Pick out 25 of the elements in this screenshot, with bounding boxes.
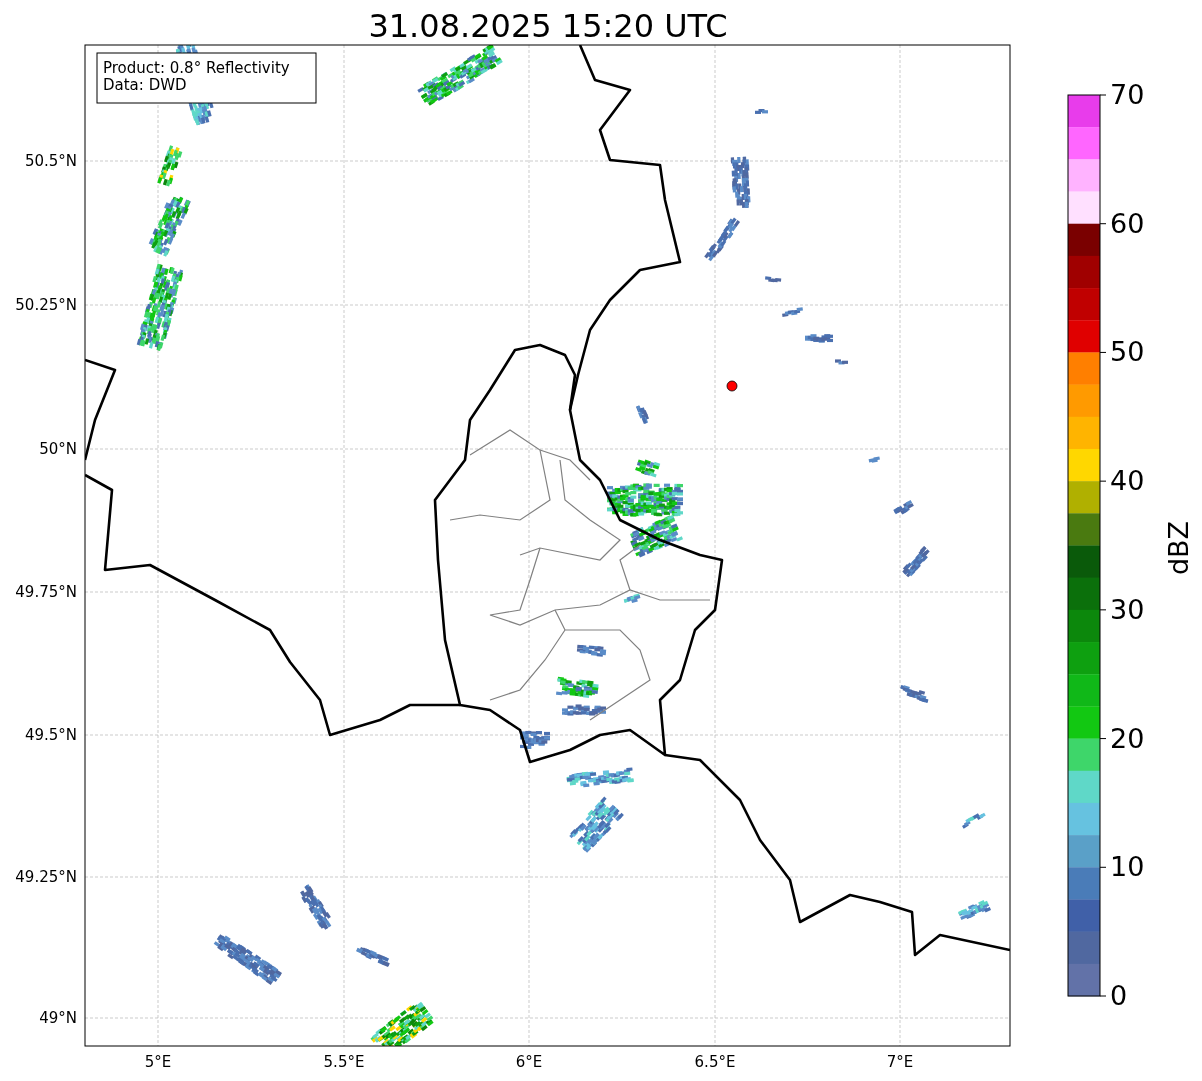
radar-site-marker xyxy=(726,380,738,392)
latitude-tick-label: 49.75°N xyxy=(15,583,77,601)
colorbar-tick-label: 30 xyxy=(1110,593,1145,625)
colorbar-tick-label: 40 xyxy=(1110,465,1145,497)
latitude-tick-label: 50°N xyxy=(39,440,77,458)
longitude-tick-label: 6.5°E xyxy=(694,1053,736,1071)
latitude-tick-label: 50.25°N xyxy=(15,296,77,314)
longitude-tick-label: 7°E xyxy=(886,1053,914,1071)
latitude-tick-label: 50.5°N xyxy=(24,152,77,170)
colorbar-tick-label: 70 xyxy=(1110,79,1145,110)
chart-title: 31.08.2025 15:20 UTC xyxy=(368,7,728,45)
latitude-tick-label: 49.5°N xyxy=(24,726,77,744)
longitude-tick-label: 5°E xyxy=(144,1053,172,1071)
longitude-tick-label: 5.5°E xyxy=(323,1053,365,1071)
colorbar-tick-label: 20 xyxy=(1110,722,1145,754)
colorbar-tick-label: 0 xyxy=(1110,980,1128,1011)
annotation-text: Data: DWD xyxy=(103,76,187,94)
longitude-tick-label: 6°E xyxy=(515,1053,543,1071)
latitude-tick-label: 49.25°N xyxy=(15,868,77,886)
colorbar-label: dBZ xyxy=(1163,520,1194,576)
colorbar-tick-label: 50 xyxy=(1110,336,1145,368)
colorbar-tick-label: 10 xyxy=(1110,851,1145,883)
latitude-tick-label: 49°N xyxy=(39,1009,77,1027)
colorbar-tick-label: 60 xyxy=(1110,207,1145,239)
annotation-text: Product: 0.8° Reflectivity xyxy=(103,59,290,77)
